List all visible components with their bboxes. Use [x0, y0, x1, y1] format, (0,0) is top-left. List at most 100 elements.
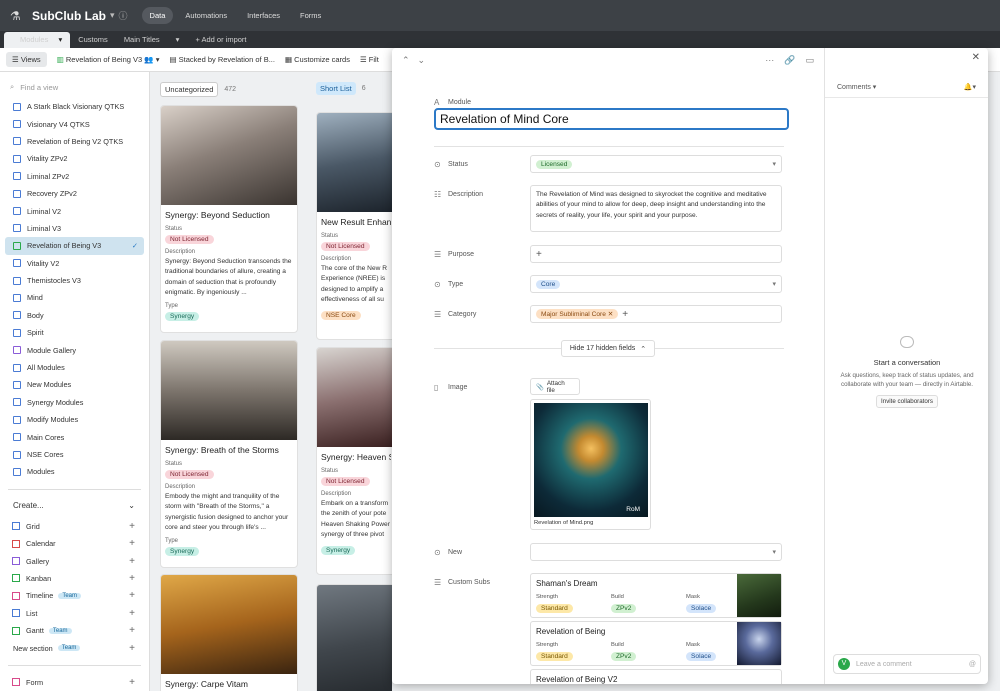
sidebar-view-item[interactable]: Main Cores: [5, 428, 144, 445]
grid-view-icon: [13, 398, 21, 407]
sidebar-view-item[interactable]: Liminal ZPv2: [5, 168, 144, 185]
chevron-down-icon[interactable]: ▾: [110, 10, 115, 21]
create-view-item[interactable]: Kanban +: [0, 570, 149, 587]
comments-filter-dropdown[interactable]: Comments ▾: [837, 83, 876, 91]
hide-hidden-fields-button[interactable]: Hide 17 hidden fields ⌃: [561, 340, 655, 357]
tab-main-titles[interactable]: Main Titles: [116, 32, 168, 48]
record-card[interactable]: New Result Enhanc Status Not Licensed De…: [316, 112, 392, 340]
sidebar-view-item[interactable]: Visionary V4 QTKS: [5, 115, 144, 132]
plus-icon[interactable]: +: [129, 521, 135, 532]
create-section-header[interactable]: Create... ⌄: [0, 498, 149, 514]
status-badge: Not Licensed: [321, 242, 370, 251]
sidebar-view-item[interactable]: Mind: [5, 289, 144, 306]
plus-icon[interactable]: +: [129, 625, 135, 636]
chevron-down-icon[interactable]: ⌄: [128, 501, 135, 510]
tab-customs[interactable]: Customs: [70, 32, 116, 48]
status-select[interactable]: Licensed ▾: [530, 155, 782, 173]
sidebar-view-item[interactable]: Body: [5, 307, 144, 324]
plus-icon[interactable]: +: [622, 309, 628, 320]
nav-data[interactable]: Data: [141, 7, 174, 24]
column-header-uncategorized[interactable]: Uncategorized 472: [160, 82, 236, 97]
close-icon[interactable]: ✕: [972, 52, 980, 63]
help-icon[interactable]: ⓘ: [119, 9, 128, 22]
create-view-item[interactable]: Grid +: [0, 518, 149, 535]
sidebar-view-item[interactable]: All Modules: [5, 359, 144, 376]
base-name[interactable]: SubClub Lab: [32, 9, 106, 23]
plus-icon[interactable]: +: [129, 677, 135, 688]
chevron-up-icon[interactable]: ⌃: [402, 55, 410, 66]
nav-interfaces[interactable]: Interfaces: [239, 7, 288, 24]
nav-forms[interactable]: Forms: [292, 7, 329, 24]
plus-icon[interactable]: +: [129, 538, 135, 549]
sidebar-view-item[interactable]: Recovery ZPv2: [5, 185, 144, 202]
card-title: Synergy: Breath of the Storms: [165, 445, 279, 455]
views-button[interactable]: ☰ Views: [6, 52, 47, 67]
sidebar-view-item[interactable]: Revelation of Being V2 QTKS: [5, 133, 144, 150]
sidebar-view-item[interactable]: Spirit: [5, 324, 144, 341]
record-card[interactable]: Synergy: Heaven S Status Not Licensed De…: [316, 347, 392, 575]
create-view-item[interactable]: Timeline Team +: [0, 587, 149, 604]
sidebar-view-item[interactable]: Revelation of Being V3 ✓: [5, 237, 144, 255]
plus-icon[interactable]: +: [129, 643, 135, 654]
sidebar-view-item[interactable]: NSE Cores: [5, 446, 144, 463]
record-card[interactable]: [316, 584, 392, 691]
sidebar-view-item[interactable]: Modules: [5, 463, 144, 480]
comment-toggle-icon[interactable]: ▭: [805, 55, 814, 66]
tab-modules[interactable]: Modules ▾: [4, 32, 71, 48]
type-select[interactable]: Core ▾: [530, 275, 782, 293]
create-form-button[interactable]: Form +: [0, 674, 149, 691]
find-view-search[interactable]: ⌕ Find a view: [0, 80, 149, 94]
sidebar-view-item[interactable]: Vitality ZPv2: [5, 150, 144, 167]
record-card[interactable]: Synergy: Carpe Vitam: [160, 574, 298, 691]
purpose-field[interactable]: +: [530, 245, 782, 263]
sidebar-view-item[interactable]: Module Gallery: [5, 341, 144, 358]
tabs-more-icon[interactable]: ▾: [168, 32, 188, 48]
more-icon[interactable]: ···: [765, 55, 774, 66]
category-multiselect[interactable]: Major Subliminal Core ✕ +: [530, 305, 782, 323]
sidebar-view-item[interactable]: Liminal V3: [5, 220, 144, 237]
sidebar-view-item[interactable]: Vitality V2: [5, 255, 144, 272]
create-view-item[interactable]: List +: [0, 605, 149, 622]
sidebar-view-item[interactable]: A Stark Black Visionary QTKS: [5, 98, 144, 115]
sidebar-view-item[interactable]: Liminal V2: [5, 202, 144, 219]
linked-record-card[interactable]: Shaman's Dream Strength Build Mask Stand…: [530, 573, 782, 618]
record-card[interactable]: Synergy: Breath of the Storms Status Not…: [160, 340, 298, 568]
sidebar-view-item[interactable]: Modify Modules: [5, 411, 144, 428]
link-icon[interactable]: 🔗: [784, 55, 795, 66]
sidebar-view-item[interactable]: New Modules: [5, 376, 144, 393]
comment-input[interactable]: V Leave a comment @: [833, 654, 981, 674]
stacked-by-button[interactable]: ▤ Stacked by Revelation of B...: [169, 55, 274, 64]
description-textarea[interactable]: The Revelation of Mind was designed to s…: [530, 185, 782, 232]
record-card[interactable]: Synergy: Beyond Seduction Status Not Lic…: [160, 105, 298, 333]
sidebar-view-item[interactable]: Themistocles V3: [5, 272, 144, 289]
create-view-item[interactable]: Calendar +: [0, 535, 149, 552]
module-name-input[interactable]: Revelation of Mind Core: [434, 108, 789, 130]
close-icon[interactable]: ✕: [608, 311, 614, 318]
linked-record-card[interactable]: Revelation of Being Strength Build Mask …: [530, 621, 782, 666]
add-or-import-button[interactable]: + Add or import: [187, 32, 254, 48]
chevron-down-icon[interactable]: ⌄: [418, 55, 426, 66]
mention-icon[interactable]: @: [969, 661, 976, 668]
column-header-short-list[interactable]: Short List 6: [316, 82, 366, 95]
new-select[interactable]: ▾: [530, 543, 782, 561]
plus-icon[interactable]: +: [536, 249, 542, 260]
create-view-item[interactable]: Gallery +: [0, 552, 149, 569]
nav-automations[interactable]: Automations: [177, 7, 235, 24]
filter-button[interactable]: ☰ Filt: [360, 55, 379, 64]
attachment-thumbnail[interactable]: RoM Revelation of Mind.png: [530, 399, 651, 530]
field-label: Category: [448, 311, 477, 318]
plus-icon[interactable]: +: [129, 556, 135, 567]
flask-icon[interactable]: ⚗: [10, 9, 26, 23]
plus-icon[interactable]: +: [129, 608, 135, 619]
attach-file-button[interactable]: 📎 Attach file: [530, 378, 580, 395]
invite-collaborators-button[interactable]: Invite collaborators: [876, 395, 938, 408]
customize-cards-button[interactable]: ▦ Customize cards: [285, 55, 350, 64]
current-view-button[interactable]: ▥ Revelation of Being V3 👥 ▾: [57, 55, 160, 64]
sidebar-view-item[interactable]: Synergy Modules: [5, 394, 144, 411]
linked-record-card[interactable]: Revelation of Being V2: [530, 669, 782, 684]
bell-icon[interactable]: 🔔▾: [964, 83, 976, 91]
plus-icon[interactable]: +: [129, 590, 135, 601]
plus-icon[interactable]: +: [129, 573, 135, 584]
new-section-button[interactable]: New section Team +: [0, 639, 149, 656]
create-view-item[interactable]: Gantt Team +: [0, 622, 149, 639]
